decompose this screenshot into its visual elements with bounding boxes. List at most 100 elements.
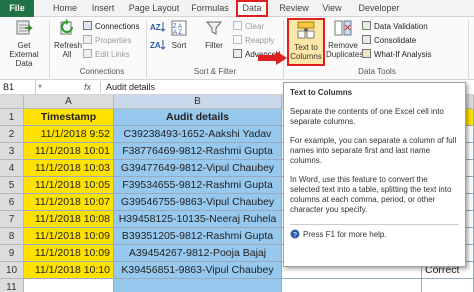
connections-group-label: Connections <box>79 67 125 76</box>
cell-a6[interactable]: 11/1/2018 10:07 <box>24 194 114 211</box>
cell-b5[interactable]: F39534655-9812-Rashmi Gupta <box>114 177 282 194</box>
tooltip-paragraph: For example, you can separate a column o… <box>290 136 457 165</box>
tab-formulas[interactable]: Formulas <box>188 0 232 17</box>
ribbon-separator <box>49 20 50 78</box>
cell-b3[interactable]: F38776469-9812-Rashmi Gupta <box>114 143 282 160</box>
cell-a11[interactable] <box>24 279 114 292</box>
row-header[interactable]: 5 <box>0 177 24 194</box>
get-external-data-button[interactable]: Get External Data <box>2 19 46 68</box>
row-header[interactable]: 11 <box>0 279 24 292</box>
ribbon-separator <box>468 20 469 78</box>
column-header-b[interactable]: B <box>114 95 282 109</box>
edit-links-button[interactable]: Edit Links <box>83 49 130 61</box>
tooltip-help: ? Press F1 for more help. <box>290 224 459 240</box>
sort-button[interactable]: Z A A Z Sort <box>168 19 190 50</box>
select-all-corner[interactable] <box>0 95 24 109</box>
text-to-columns-tooltip: Text to Columns Separate the contents of… <box>283 82 466 267</box>
sort-label: Sort <box>171 41 187 50</box>
refresh-all-label: Refresh All <box>54 41 83 59</box>
name-box-dropdown-icon[interactable]: ▾ <box>38 80 52 94</box>
tab-insert[interactable]: Insert <box>86 0 120 17</box>
sort-descending-icon: ZA <box>150 40 166 50</box>
name-box[interactable]: B1 <box>0 80 36 94</box>
cell-b2[interactable]: C39238493-1652-Aakshi Yadav <box>114 126 282 143</box>
cell-c11[interactable] <box>282 279 422 292</box>
connections-button[interactable]: Connections <box>83 21 139 33</box>
formula-input[interactable]: Audit details <box>106 80 286 94</box>
tooltip-help-text: Press F1 for more help. <box>303 230 387 239</box>
ribbon: Get External Data Refresh All Connection… <box>0 17 474 80</box>
ribbon-separator <box>283 20 284 78</box>
clear-filter-button[interactable]: Clear <box>233 21 264 33</box>
column-header-a[interactable]: A <box>24 95 114 109</box>
svg-text:AZ: AZ <box>150 23 161 32</box>
insert-function-button[interactable]: fx <box>84 80 100 94</box>
connections-icon <box>83 21 92 30</box>
cell-a7[interactable]: 11/1/2018 10:08 <box>24 211 114 228</box>
cell-b11[interactable] <box>114 279 282 292</box>
consolidate-icon <box>362 35 371 44</box>
tab-page-layout[interactable]: Page Layout <box>126 0 182 17</box>
reapply-button[interactable]: Reapply <box>233 35 274 47</box>
cell-a9[interactable]: 11/1/2018 10:09 <box>24 245 114 262</box>
text-to-columns-button[interactable]: Text to Columns <box>287 18 325 66</box>
cell-b6[interactable]: G39546755-9863-Vipul Chaubey <box>114 194 282 211</box>
cell-a2[interactable]: 11/1/2018 9:52 <box>24 126 114 143</box>
svg-text:?: ? <box>293 232 297 239</box>
get-external-data-label: Get External Data <box>9 41 39 68</box>
cell-b1[interactable]: Audit details <box>114 109 282 126</box>
formula-bar-separator <box>100 81 101 93</box>
connections-label: Connections <box>95 22 140 31</box>
clear-label: Clear <box>245 22 265 31</box>
remove-duplicates-button[interactable]: Remove Duplicates <box>326 19 363 59</box>
row-header[interactable]: 1 <box>0 109 24 126</box>
row-header[interactable]: 6 <box>0 194 24 211</box>
tab-file[interactable]: File <box>0 0 34 17</box>
sort-za-button[interactable]: ZA <box>150 39 168 51</box>
tab-view[interactable]: View <box>318 0 346 17</box>
clear-filter-icon <box>233 21 242 30</box>
data-validation-label: Data Validation <box>374 22 428 31</box>
data-validation-icon <box>362 21 371 30</box>
filter-label: Filter <box>205 41 223 50</box>
properties-icon <box>83 35 92 44</box>
cell-b10[interactable]: K39456851-9863-Vipul Chaubey <box>114 262 282 279</box>
row-header[interactable]: 2 <box>0 126 24 143</box>
cell-b7[interactable]: H39458125-10135-Neeraj Ruhela <box>114 211 282 228</box>
tab-review[interactable]: Review <box>276 0 312 17</box>
cell-a3[interactable]: 11/1/2018 10:01 <box>24 143 114 160</box>
data-validation-button[interactable]: Data Validation <box>362 21 428 33</box>
consolidate-label: Consolidate <box>374 36 417 45</box>
row-header[interactable]: 3 <box>0 143 24 160</box>
what-if-icon <box>362 49 371 58</box>
properties-label: Properties <box>95 36 132 45</box>
refresh-all-button[interactable]: Refresh All <box>52 19 82 59</box>
row-header[interactable]: 4 <box>0 160 24 177</box>
row-header[interactable]: 10 <box>0 262 24 279</box>
cell-a8[interactable]: 11/1/2018 10:09 <box>24 228 114 245</box>
tab-developer[interactable]: Developer <box>354 0 404 17</box>
cell-a10[interactable]: 11/1/2018 10:10 <box>24 262 114 279</box>
text-to-columns-label: Text to Columns <box>290 43 322 61</box>
cell-a4[interactable]: 11/1/2018 10:03 <box>24 160 114 177</box>
sort-az-button[interactable]: AZ <box>150 21 168 33</box>
cell-b8[interactable]: B39351205-9812-Rashmi Gupta <box>114 228 282 245</box>
cell-b4[interactable]: G39477649-9812-Vipul Chaubey <box>114 160 282 177</box>
filter-funnel-icon <box>205 21 223 35</box>
svg-text:A Z: A Z <box>173 30 182 36</box>
row-header[interactable]: 8 <box>0 228 24 245</box>
tab-data[interactable]: Data <box>236 0 268 17</box>
cell-a1[interactable]: Timestamp <box>24 109 114 126</box>
help-icon: ? <box>290 229 300 239</box>
what-if-analysis-button[interactable]: What-If Analysis <box>362 49 431 61</box>
tab-home[interactable]: Home <box>50 0 80 17</box>
row-header[interactable]: 7 <box>0 211 24 228</box>
filter-button[interactable]: Filter <box>200 19 228 50</box>
consolidate-button[interactable]: Consolidate <box>362 35 416 47</box>
data-tools-group-label: Data Tools <box>358 67 396 76</box>
row-header[interactable]: 9 <box>0 245 24 262</box>
cell-b9[interactable]: A39454267-9812-Pooja Bajaj <box>114 245 282 262</box>
cell-d11[interactable] <box>422 279 474 292</box>
cell-a5[interactable]: 11/1/2018 10:05 <box>24 177 114 194</box>
properties-button[interactable]: Properties <box>83 35 131 47</box>
